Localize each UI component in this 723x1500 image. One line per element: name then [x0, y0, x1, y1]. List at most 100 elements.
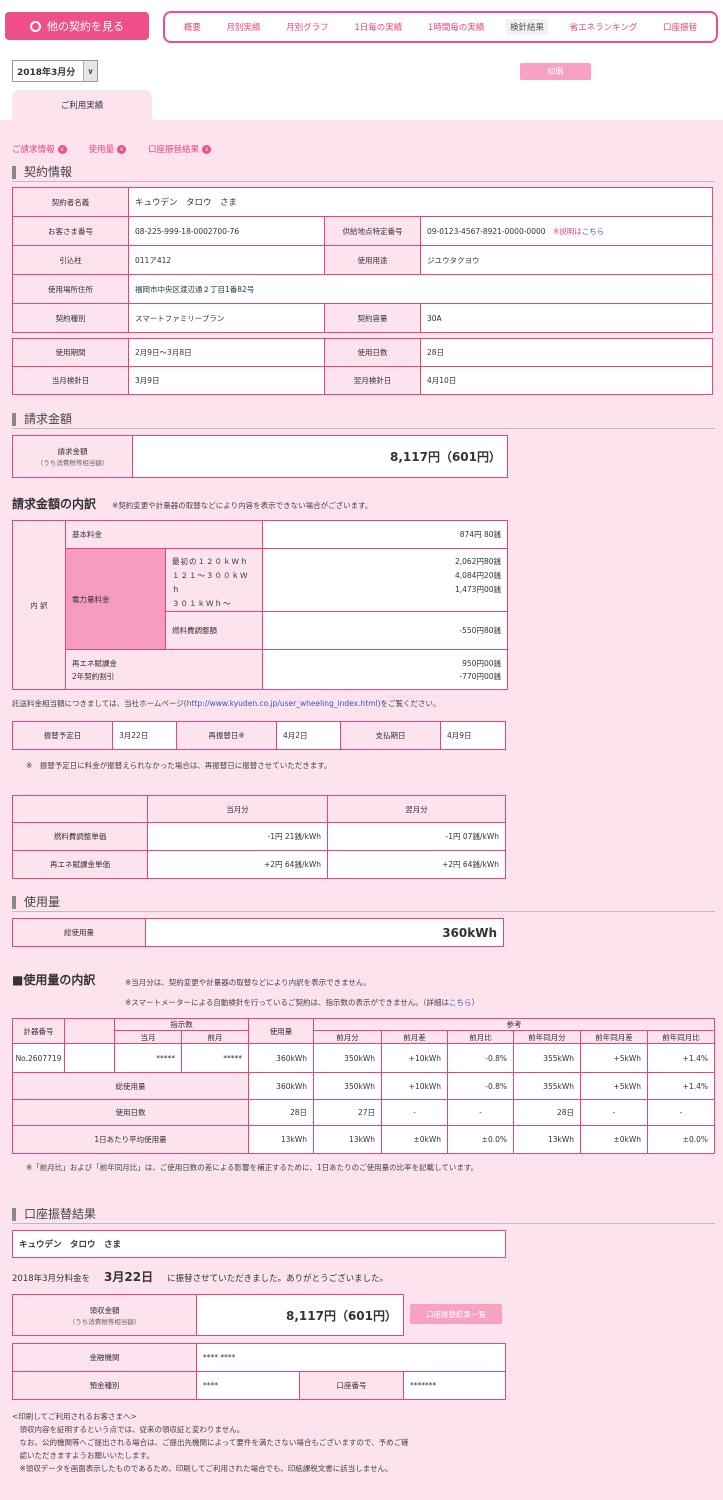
acct-value: ******* — [403, 1371, 506, 1400]
transfer-list-button[interactable]: 口座振替結果一覧 — [410, 1304, 502, 1324]
breakdown-title: 請求金額の内訳 — [12, 497, 97, 511]
cell: 28日 — [248, 1099, 314, 1126]
transfer-msg-post: に振替させていただきました。ありがとうございました。 — [167, 1274, 389, 1284]
nav-ranking[interactable]: 省エネランキング — [566, 19, 642, 35]
row-label: 1日あたり平均使用量 — [12, 1125, 249, 1154]
cell: +10kWh — [381, 1072, 448, 1100]
chevron-down-icon: ∨ — [202, 144, 212, 154]
search-icon — [30, 20, 41, 32]
nav-meter-result[interactable]: 検針結果 — [506, 19, 549, 35]
cell: 13kWh — [513, 1125, 581, 1154]
breakdown-side: 内 訳 — [12, 520, 66, 690]
supply-label: 供給地点特定番号 — [324, 216, 421, 246]
section-title-usage: 使用量 — [12, 896, 60, 909]
nav-monthly[interactable]: 月別実績 — [223, 19, 265, 35]
usage-note2: ※スマートメーターによる自動検針を行っているご契約は、指示数の表示ができません。… — [125, 997, 479, 1008]
wheeling-link[interactable]: http://www.kyuden.co.jp/user_wheeling_in… — [187, 699, 378, 708]
due-date: 4月9日 — [440, 721, 506, 750]
type-value: **** — [196, 1371, 300, 1400]
billing-table: 請求金額 （うち消費税等相当額） 8,117円（601円） — [12, 435, 508, 478]
anchor-transfer[interactable]: 口座振替結果 ∨ — [148, 143, 212, 155]
type-label: 預金種別 — [12, 1371, 197, 1400]
cell: - — [381, 1099, 448, 1126]
bank-label: 金融機関 — [12, 1343, 197, 1372]
main-nav: 概要 月別実績 月別グラフ 1日毎の実績 1時間毎の実績 検針結果 省エネランキ… — [163, 11, 718, 43]
usage-note2-post: ） — [471, 998, 479, 1007]
addr-label: 使用場所住所 — [12, 274, 129, 304]
renew-label: 再エネ賦課金 — [72, 658, 117, 668]
tab-usage[interactable]: ご利用実績 — [12, 90, 152, 120]
table-row: 使用日数 28日 27日 - -28日 - - — [12, 1099, 715, 1126]
cell: 355kWh — [513, 1043, 581, 1073]
retry-label: 再振替日※ — [176, 721, 277, 750]
transfer-msg-date: 3月22日 — [104, 1270, 154, 1284]
divider — [12, 1223, 715, 1224]
anchor-usage-label: 使用量 — [88, 145, 115, 155]
unit-header-cur: 当月分 — [147, 795, 328, 823]
usage-note2-pre: ※スマートメーターによる自動検針を行っているご契約は、指示数の表示ができません。… — [125, 998, 449, 1007]
transfer-message: 2018年3月分料金を 3月22日 に振替させていただきました。ありがとうござい… — [12, 1268, 388, 1285]
h-ref-4: 前年同月差 — [580, 1030, 648, 1044]
meter-date-label: 当月検針日 — [12, 366, 129, 395]
supply-link[interactable]: こちら — [582, 227, 605, 236]
receipt-label: 領収金額 — [89, 1305, 120, 1315]
divider — [12, 428, 715, 429]
nav-monthly-graph[interactable]: 月別グラフ — [282, 19, 333, 35]
cell: - — [647, 1099, 715, 1126]
print-notes: <印刷してご利用されるお客さまへ> 領収内容を証明するという点では、従来の領収証… — [12, 1410, 409, 1475]
wheeling-note: 託送料金相当額につきましては、当社ホームページ(http://www.kyude… — [12, 698, 440, 709]
anchor-links: ご請求情報 ∨ 使用量 ∨ 口座振替結果 ∨ — [12, 143, 212, 155]
use-value: ジユウタクヨウ — [420, 245, 713, 275]
print-note-line: <印刷してご利用されるお客さまへ> — [12, 1412, 137, 1421]
receipt-sublabel: （うち消費税等相当額） — [68, 1317, 141, 1326]
print-button[interactable]: 印刷 — [520, 63, 591, 80]
cell: - — [580, 1099, 648, 1126]
cell: 13kWh — [248, 1125, 314, 1154]
anchor-transfer-label: 口座振替結果 — [148, 145, 200, 155]
unit-renew-label: 再エネ賦課金単価 — [12, 850, 148, 879]
transfer-name-table: キュウデン タロウ さま — [12, 1230, 506, 1258]
other-contracts-button[interactable]: 他の契約を見る — [5, 12, 149, 40]
addr-value: 福岡市中央区渡辺通２丁目1番82号 — [128, 274, 713, 304]
anchor-billing[interactable]: ご請求情報 ∨ — [12, 143, 67, 155]
cell: ±0.0% — [447, 1125, 514, 1154]
divider — [12, 911, 715, 912]
nav-overview[interactable]: 概要 — [180, 19, 205, 35]
nav-transfer[interactable]: 口座振替 — [659, 19, 701, 35]
usage-breakdown-table: 計器番号 指示数 使用量 参考 当月 前月 前月分 前月差 前月比 前年同月分 前年同月差 前年同月… — [12, 1018, 715, 1154]
meter-date: 3月9日 — [128, 366, 325, 395]
unit-renew-next: +2円 64銭/kWh — [327, 850, 506, 879]
blank-cell — [64, 1043, 115, 1073]
usage-footnote: ※「前月比」および「前年同月比」は、ご使用日数の差による影響を補正するために、1… — [26, 1163, 479, 1172]
nav-hourly[interactable]: 1時間毎の実績 — [424, 19, 488, 35]
nav-daily[interactable]: 1日毎の実績 — [350, 19, 406, 35]
kind-label: 契約種別 — [12, 303, 129, 333]
wheeling-post: )をご覧ください。 — [377, 699, 441, 708]
intro-label: 引込柱 — [12, 245, 129, 275]
anchor-billing-label: ご請求情報 — [12, 145, 55, 155]
cell: - — [447, 1099, 514, 1126]
anchor-usage[interactable]: 使用量 ∨ — [89, 143, 127, 155]
billing-amount: 8,117円（601円） — [132, 435, 508, 478]
cell: 355kWh — [513, 1072, 581, 1100]
print-note-line: なお、公的機関等へご提出される場合は、ご提出先機関によって要件を満たさない場合も… — [12, 1438, 409, 1447]
section-title-contract: 契約情報 — [12, 166, 72, 179]
usage-label: 総使用量 — [12, 918, 146, 947]
customer-no: 08-225-999-18-0002700-76 — [128, 216, 325, 246]
unit-fuel-cur: -1円 21銭/kWh — [147, 822, 328, 851]
h-ref-3: 前年同月分 — [513, 1030, 581, 1044]
schedule-note: ※ 振替予定日に料金が振替えられなかった場合は、再振替日に振替させていただきます… — [26, 761, 332, 770]
cell: +1.4% — [647, 1043, 715, 1073]
period-value: 2月9日～3月8日 — [128, 338, 325, 367]
usage-note2-link[interactable]: こちら — [449, 998, 472, 1007]
supply-no: 09-0123-4567-8921-0000-0000 — [427, 226, 546, 236]
breakdown-table: 内 訳基本料金 874円 80銭 電力量料金 最初の１２０ｋＷｈ １２１～３００ｋＷｈ… — [12, 520, 508, 690]
discount-value: -770円00銭 — [459, 671, 501, 681]
h-ref-2: 前月比 — [447, 1030, 514, 1044]
h-cur: 当月 — [114, 1030, 182, 1044]
month-select[interactable]: 2018年3月分 ∨ — [12, 60, 98, 82]
h-ref-1: 前月差 — [381, 1030, 448, 1044]
period-label: 使用期間 — [12, 338, 129, 367]
cap-value: 30A — [420, 303, 713, 333]
other-contracts-label: 他の契約を見る — [47, 20, 124, 33]
